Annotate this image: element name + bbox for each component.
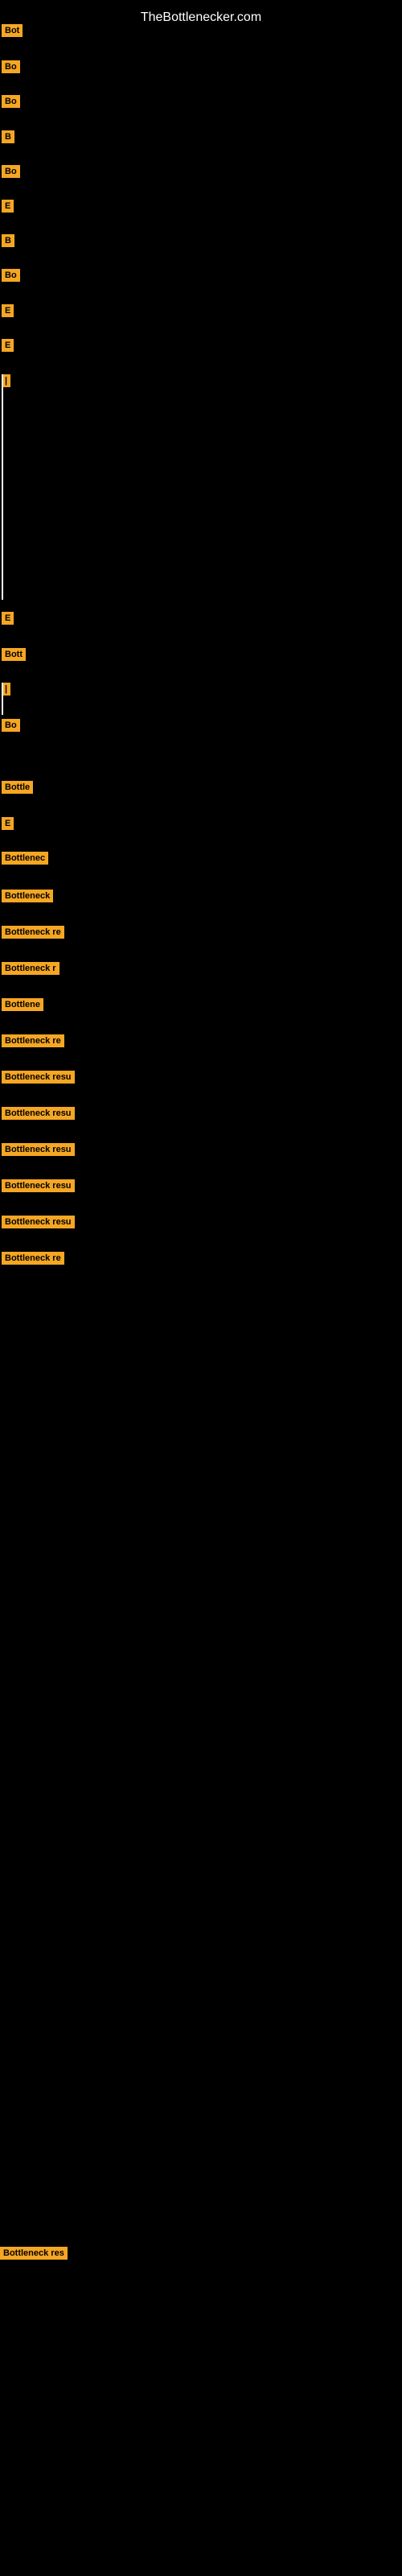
badge-badge-9: E — [2, 304, 14, 317]
badge-badge-16: Bottle — [2, 781, 33, 794]
badge-badge-3: Bo — [2, 95, 20, 108]
badge-badge-5: Bo — [2, 165, 20, 178]
badge-badge-21: Bottleneck r — [2, 962, 59, 975]
site-title: TheBottlenecker.com — [0, 4, 402, 31]
badge-badge-24: Bottleneck resu — [2, 1071, 75, 1084]
badge-badge-28: Bottleneck resu — [2, 1216, 75, 1228]
badge-badge-25: Bottleneck resu — [2, 1107, 75, 1120]
badge-badge-2: Bo — [2, 60, 20, 73]
badge-badge-27: Bottleneck resu — [2, 1179, 75, 1192]
badge-badge-23: Bottleneck re — [2, 1034, 64, 1047]
badge-badge-13: Bott — [2, 648, 26, 661]
badge-badge-18: Bottlenec — [2, 852, 48, 865]
badge-badge-7: B — [2, 234, 14, 247]
vertical-divider — [2, 683, 3, 715]
badge-badge-26: Bottleneck resu — [2, 1143, 75, 1156]
badge-badge-12: E — [2, 612, 14, 625]
badge-badge-8: Bo — [2, 269, 20, 282]
badge-badge-15: Bo — [2, 719, 20, 732]
badge-badge-1: Bot — [2, 24, 23, 37]
badge-badge-4: B — [2, 130, 14, 143]
badge-badge-extra-1: Bottleneck res — [0, 2247, 68, 2260]
badge-badge-19: Bottleneck — [2, 890, 53, 902]
badge-badge-6: E — [2, 200, 14, 213]
vertical-divider — [2, 374, 3, 600]
badge-badge-22: Bottlene — [2, 998, 43, 1011]
badge-badge-29: Bottleneck re — [2, 1252, 64, 1265]
badge-badge-10: E — [2, 339, 14, 352]
badge-badge-20: Bottleneck re — [2, 926, 64, 939]
badge-badge-17: E — [2, 817, 14, 830]
